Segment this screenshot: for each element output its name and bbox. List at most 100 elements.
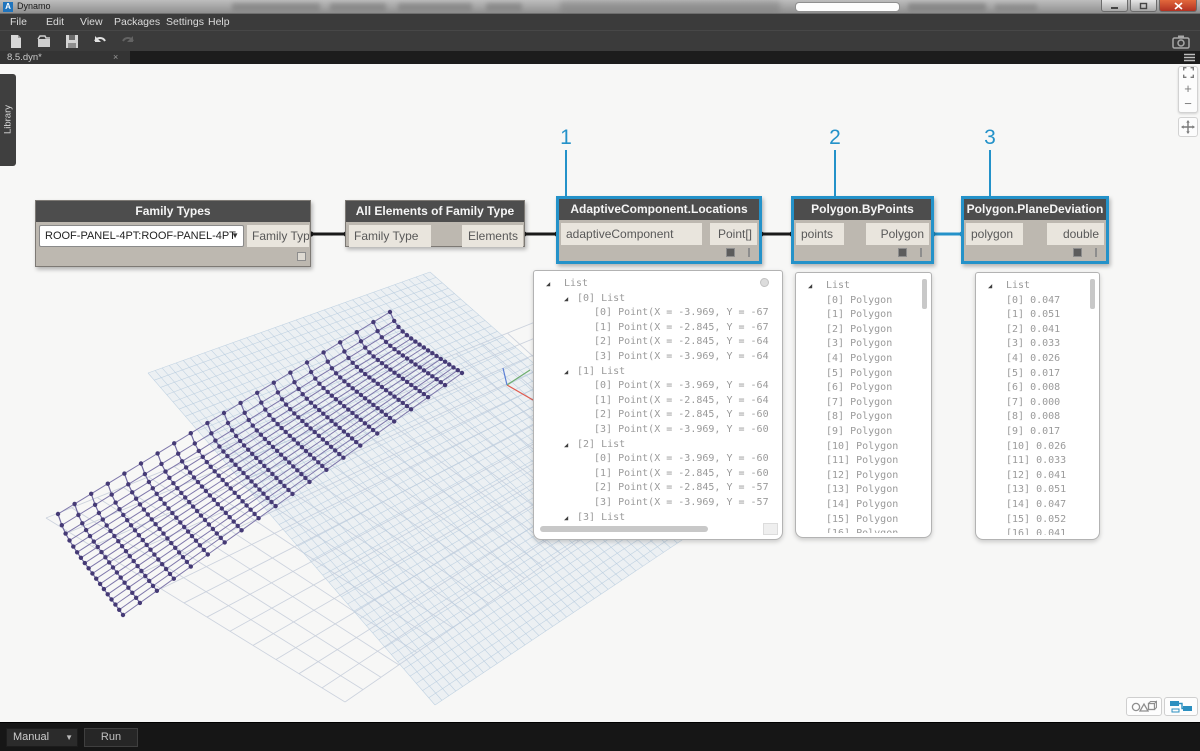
preview-row: [2] Point(X = -2.845, Y = -57 [534, 481, 776, 496]
input-port-adaptivecomponent[interactable]: adaptiveComponent [561, 223, 702, 245]
node-title[interactable]: AdaptiveComponent.Locations [559, 199, 759, 220]
title-bar[interactable]: A Dynamo [0, 0, 1200, 14]
expander-icon[interactable]: ◢ [988, 279, 1006, 294]
lacing-icon[interactable] [726, 248, 735, 257]
expander-icon[interactable]: ◢ [564, 511, 577, 522]
node-polygon-planedeviation[interactable]: Polygon.PlaneDeviation polygon double [961, 196, 1109, 264]
expander-icon[interactable]: ◢ [564, 292, 577, 307]
step-marker-3: 3 [979, 126, 1001, 150]
run-mode-dropdown[interactable]: Manual▼ [6, 728, 78, 747]
node-title[interactable]: Polygon.ByPoints [794, 199, 931, 220]
preview-row-text: [0] List [577, 293, 625, 304]
preview-row: ◢[0] List [534, 292, 776, 307]
output-port-family-type[interactable]: Family Type [247, 225, 309, 247]
node-all-elements-of-family-type[interactable]: All Elements of Family Type Family Type … [345, 200, 525, 247]
preview-row-text: [9] Polygon [826, 426, 892, 437]
preview-row-text: List [826, 280, 850, 291]
preview-row-text: [6] 0.008 [1006, 382, 1060, 393]
preview-row: [12] Polygon [796, 469, 925, 484]
window-minimize-button[interactable] [1101, 0, 1128, 12]
expander-icon[interactable]: ◢ [564, 438, 577, 453]
preview-row-text: [15] 0.052 [1006, 514, 1066, 525]
library-flyout-tab[interactable]: Library [0, 74, 16, 166]
preview-row-text: [5] Polygon [826, 368, 892, 379]
preview-row-text: [1] Point(X = -2.845, Y = -64 [594, 395, 769, 406]
geometry-view-button[interactable] [1126, 697, 1162, 716]
output-port-elements[interactable]: Elements [462, 225, 523, 247]
preview-row: [1] 0.051 [976, 308, 1093, 323]
node-adaptivecomponent-locations[interactable]: AdaptiveComponent.Locations adaptiveComp… [556, 196, 762, 264]
preview-row: ◢[2] List [534, 438, 776, 453]
menu-file[interactable]: File [6, 14, 31, 30]
preview-row-text: [9] 0.017 [1006, 426, 1060, 437]
family-type-dropdown[interactable]: ROOF-PANEL-4PT:ROOF-PANEL-4PT▼ [39, 225, 244, 247]
preview-bubble-adaptivecomponent[interactable]: ◢List◢[0] List[0] Point(X = -3.969, Y = … [533, 270, 783, 540]
preview-bubble-polygons[interactable]: ◢List[0] Polygon[1] Polygon[2] Polygon[3… [795, 272, 932, 538]
menu-packages[interactable]: Packages [110, 14, 164, 30]
graph-view-button[interactable] [1164, 697, 1198, 716]
output-port-point-array[interactable]: Point[] [710, 223, 757, 245]
node-title[interactable]: All Elements of Family Type [346, 201, 524, 222]
resize-grip[interactable] [763, 523, 778, 535]
blurred-signin-text [995, 4, 1037, 11]
tab-strip: 8.5.dyn* × [0, 51, 1200, 64]
horizontal-scrollbar[interactable] [540, 526, 708, 532]
title-search-box[interactable] [795, 2, 900, 12]
export-image-camera-icon[interactable] [1172, 34, 1190, 49]
run-button[interactable]: Run [84, 728, 138, 747]
blurred-toolbar-icons [908, 3, 986, 11]
pan-tool-button[interactable] [1178, 117, 1198, 137]
menu-view[interactable]: View [76, 14, 107, 30]
freeze-bar-icon[interactable] [1095, 248, 1097, 257]
workspace-menu-icon[interactable] [1184, 53, 1195, 62]
zoom-fit-icon[interactable] [1179, 67, 1197, 82]
undo-icon[interactable] [92, 34, 108, 49]
preview-row: [2] Point(X = -2.845, Y = -64 [534, 335, 776, 350]
preview-row: [2] Point(X = -2.845, Y = -60 [534, 408, 776, 423]
output-port-polygon[interactable]: Polygon [866, 223, 929, 245]
node-family-types[interactable]: Family Types ROOF-PANEL-4PT:ROOF-PANEL-4… [35, 200, 311, 267]
preview-bubble-deviation[interactable]: ◢List[0] 0.047[1] 0.051[2] 0.041[3] 0.03… [975, 272, 1100, 540]
preview-tree: ◢List◢[0] List[0] Point(X = -3.969, Y = … [534, 277, 776, 521]
output-port-double[interactable]: double [1047, 223, 1104, 245]
preview-row: [0] Polygon [796, 294, 925, 309]
menu-edit[interactable]: Edit [42, 14, 68, 30]
menu-settings[interactable]: Settings [162, 14, 208, 30]
preview-row-text: [14] 0.047 [1006, 499, 1066, 510]
save-icon[interactable] [64, 34, 80, 49]
input-port-points[interactable]: points [796, 223, 844, 245]
vertical-scrollbar[interactable] [922, 279, 927, 309]
preview-row-text: [8] 0.008 [1006, 411, 1060, 422]
freeze-bar-icon[interactable] [748, 248, 750, 257]
node-title[interactable]: Family Types [36, 201, 310, 222]
tab-workspace[interactable]: 8.5.dyn* × [0, 51, 130, 64]
new-file-icon[interactable] [8, 34, 24, 49]
preview-row: [9] 0.017 [976, 425, 1093, 440]
menu-help[interactable]: Help [204, 14, 234, 30]
open-file-icon[interactable] [36, 34, 52, 49]
lacing-icon[interactable] [1073, 248, 1082, 257]
preview-row-text: [1] List [577, 366, 625, 377]
lacing-icon[interactable] [898, 248, 907, 257]
expander-icon[interactable]: ◢ [546, 277, 564, 292]
preview-row: [14] 0.047 [976, 498, 1093, 513]
node-polygon-bypoints[interactable]: Polygon.ByPoints points Polygon [791, 196, 934, 264]
node-title[interactable]: Polygon.PlaneDeviation [964, 199, 1106, 220]
window-restore-button[interactable] [1130, 0, 1157, 12]
preview-row: [9] Polygon [796, 425, 925, 440]
zoom-in-icon[interactable]: + [1179, 82, 1197, 97]
input-port-polygon[interactable]: polygon [966, 223, 1023, 245]
preview-checkbox[interactable] [297, 252, 306, 261]
input-port-family-type[interactable]: Family Type [349, 225, 431, 247]
redo-icon[interactable] [120, 34, 136, 49]
preview-row-text: [2] Point(X = -2.845, Y = -57 [594, 482, 769, 493]
tab-close-icon[interactable]: × [113, 51, 118, 64]
preview-row-text: [1] Point(X = -2.845, Y = -60 [594, 468, 769, 479]
window-close-button[interactable] [1159, 0, 1197, 12]
expander-icon[interactable]: ◢ [564, 365, 577, 380]
freeze-bar-icon[interactable] [920, 248, 922, 257]
expander-icon[interactable]: ◢ [808, 279, 826, 294]
vertical-scrollbar[interactable] [1090, 279, 1095, 309]
zoom-out-icon[interactable]: − [1179, 97, 1197, 112]
preview-row-text: [1] 0.051 [1006, 309, 1060, 320]
